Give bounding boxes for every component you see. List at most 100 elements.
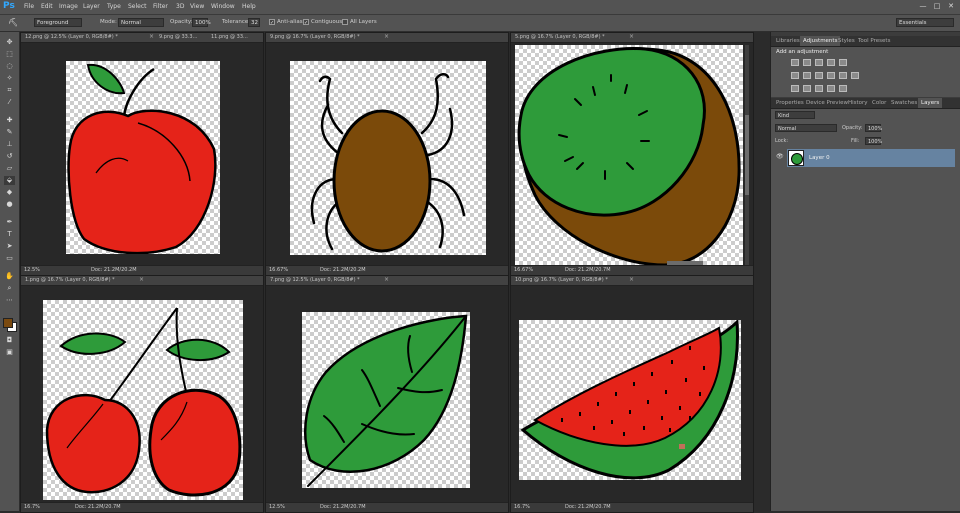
layer-opacity-input[interactable]: 100% xyxy=(865,124,882,132)
hand-tool-icon[interactable]: ✋ xyxy=(4,272,15,281)
type-tool-icon[interactable]: T xyxy=(4,230,15,239)
crop-tool-icon[interactable]: ⌗ xyxy=(4,86,15,95)
more-tools-icon[interactable]: ⋯ xyxy=(4,296,15,305)
menu-window[interactable]: Window xyxy=(211,3,235,10)
menu-file[interactable]: File xyxy=(24,3,34,10)
dodge-tool-icon[interactable]: ● xyxy=(4,200,15,209)
history-brush-icon[interactable]: ↺ xyxy=(4,152,15,161)
extra-tab-label[interactable]: 11.png @ 33... xyxy=(211,34,248,40)
zoom-tool-icon[interactable]: ⌕ xyxy=(4,284,15,293)
document-tab[interactable]: 12.png @ 12.5% (Layer 0, RGB/8#) * × 9.p… xyxy=(21,33,263,43)
document-window-spider[interactable]: 9.png @ 16.7% (Layer 0, RGB/8#) * × 16.6… xyxy=(265,32,509,276)
close-tab-icon[interactable]: × xyxy=(629,33,634,40)
document-tab[interactable]: 7.png @ 12.5% (Layer 0, RGB/8#) * × xyxy=(266,276,508,286)
marquee-tool-icon[interactable]: ⬚ xyxy=(4,50,15,59)
paint-bucket-icon[interactable]: ⛏ xyxy=(8,18,20,28)
close-tab-icon[interactable]: × xyxy=(384,276,389,283)
fill-input[interactable]: 100% xyxy=(865,137,882,145)
zoom-level[interactable]: 12.5% xyxy=(269,504,285,510)
close-tab-icon[interactable]: × xyxy=(629,276,634,283)
quick-mask-icon[interactable]: ◘ xyxy=(4,336,15,345)
move-tool-icon[interactable]: ✥ xyxy=(4,38,15,47)
channel-mixer-icon[interactable] xyxy=(839,72,847,79)
brush-tool-icon[interactable]: ✎ xyxy=(4,128,15,137)
blend-mode-select[interactable]: Normal xyxy=(775,124,837,132)
visibility-eye-icon[interactable]: 👁 xyxy=(776,153,784,160)
close-tab-icon[interactable]: × xyxy=(384,33,389,40)
menu-type[interactable]: Type xyxy=(107,3,121,10)
vibrance-icon[interactable] xyxy=(839,59,847,66)
canvas-watermelon[interactable] xyxy=(519,320,741,480)
document-window-apple[interactable]: 12.png @ 12.5% (Layer 0, RGB/8#) * × 9.p… xyxy=(20,32,264,276)
zoom-level[interactable]: 16.67% xyxy=(269,267,288,273)
tab-tool-presets[interactable]: Tool Presets xyxy=(855,36,893,46)
path-selection-icon[interactable]: ➤ xyxy=(4,242,15,251)
menu-view[interactable]: View xyxy=(190,3,204,10)
tab-device-preview[interactable]: Device Preview xyxy=(803,98,851,108)
opacity-input[interactable]: 100% xyxy=(192,18,211,27)
all-layers-checkbox[interactable] xyxy=(342,19,348,25)
contiguous-checkbox[interactable]: ✓ xyxy=(303,19,309,26)
pen-tool-icon[interactable]: ✒ xyxy=(4,218,15,227)
canvas-cherry[interactable] xyxy=(43,300,243,500)
blur-tool-icon[interactable]: ◆ xyxy=(4,188,15,197)
healing-brush-icon[interactable]: ✚ xyxy=(4,116,15,125)
magic-wand-icon[interactable]: ✧ xyxy=(4,74,15,83)
document-window-cherry[interactable]: 1.png @ 16.7% (Layer 0, RGB/8#) * × 16.7… xyxy=(20,275,264,513)
canvas-apple[interactable] xyxy=(66,61,220,254)
exposure-icon[interactable] xyxy=(827,59,835,66)
zoom-level[interactable]: 16.67% xyxy=(514,267,533,273)
tab-properties[interactable]: Properties xyxy=(773,98,807,108)
mode-select[interactable]: Normal xyxy=(118,18,164,27)
tab-color[interactable]: Color xyxy=(869,98,889,108)
black-white-icon[interactable] xyxy=(815,72,823,79)
layer-name[interactable]: Layer 0 xyxy=(809,155,830,161)
menu-layer[interactable]: Layer xyxy=(83,3,100,10)
menu-image[interactable]: Image xyxy=(59,3,78,10)
menu-select[interactable]: Select xyxy=(128,3,147,10)
menu-help[interactable]: Help xyxy=(242,3,256,10)
brightness-icon[interactable] xyxy=(791,59,799,66)
levels-icon[interactable] xyxy=(803,59,811,66)
selective-color-icon[interactable] xyxy=(839,85,847,92)
eyedropper-icon[interactable]: ⁄ xyxy=(4,98,15,107)
maximize-icon[interactable]: □ xyxy=(932,2,942,11)
lasso-tool-icon[interactable]: ◌ xyxy=(4,62,15,71)
screen-mode-icon[interactable]: ▣ xyxy=(4,348,15,357)
anti-alias-checkbox[interactable]: ✓ xyxy=(269,19,275,26)
threshold-icon[interactable] xyxy=(815,85,823,92)
document-tab[interactable]: 10.png @ 16.7% (Layer 0, RGB/8#) * × xyxy=(511,276,753,286)
zoom-level[interactable]: 16.7% xyxy=(24,504,40,510)
close-icon[interactable]: ✕ xyxy=(946,2,956,11)
layer-row-selected[interactable]: Layer 0 xyxy=(787,149,955,167)
document-tab[interactable]: 1.png @ 16.7% (Layer 0, RGB/8#) * × xyxy=(21,276,263,286)
canvas-kiwi[interactable] xyxy=(515,45,743,265)
tab-libraries[interactable]: Libraries xyxy=(773,36,803,46)
document-window-watermelon[interactable]: 10.png @ 16.7% (Layer 0, RGB/8#) * × 16.… xyxy=(510,275,754,513)
paint-bucket-tool-icon[interactable]: ⬙ xyxy=(4,176,15,185)
invert-icon[interactable] xyxy=(791,85,799,92)
clone-stamp-icon[interactable]: ⊥ xyxy=(4,140,15,149)
tab-layers[interactable]: Layers xyxy=(918,98,943,108)
close-tab-icon[interactable]: × xyxy=(149,33,154,40)
document-tab[interactable]: 9.png @ 16.7% (Layer 0, RGB/8#) * × xyxy=(266,33,508,43)
document-window-leaf[interactable]: 7.png @ 12.5% (Layer 0, RGB/8#) * × 12.5… xyxy=(265,275,509,513)
menu-3d[interactable]: 3D xyxy=(176,3,184,10)
posterize-icon[interactable] xyxy=(803,85,811,92)
menu-edit[interactable]: Edit xyxy=(41,3,53,10)
eraser-tool-icon[interactable]: ▱ xyxy=(4,164,15,173)
color-lookup-icon[interactable] xyxy=(851,72,859,79)
zoom-level[interactable]: 12.5% xyxy=(24,267,40,273)
scrollbar-thumb[interactable] xyxy=(745,115,749,195)
fill-source-select[interactable]: Foreground xyxy=(34,18,82,27)
minimize-icon[interactable]: — xyxy=(918,2,928,11)
close-tab-icon[interactable]: × xyxy=(139,276,144,283)
photo-filter-icon[interactable] xyxy=(827,72,835,79)
gradient-map-icon[interactable] xyxy=(827,85,835,92)
menu-filter[interactable]: Filter xyxy=(153,3,168,10)
vertical-scrollbar[interactable] xyxy=(745,45,749,267)
tab-history[interactable]: History xyxy=(845,98,871,108)
color-balance-icon[interactable] xyxy=(803,72,811,79)
foreground-color-swatch[interactable] xyxy=(3,318,13,328)
canvas-spider[interactable] xyxy=(290,61,486,255)
